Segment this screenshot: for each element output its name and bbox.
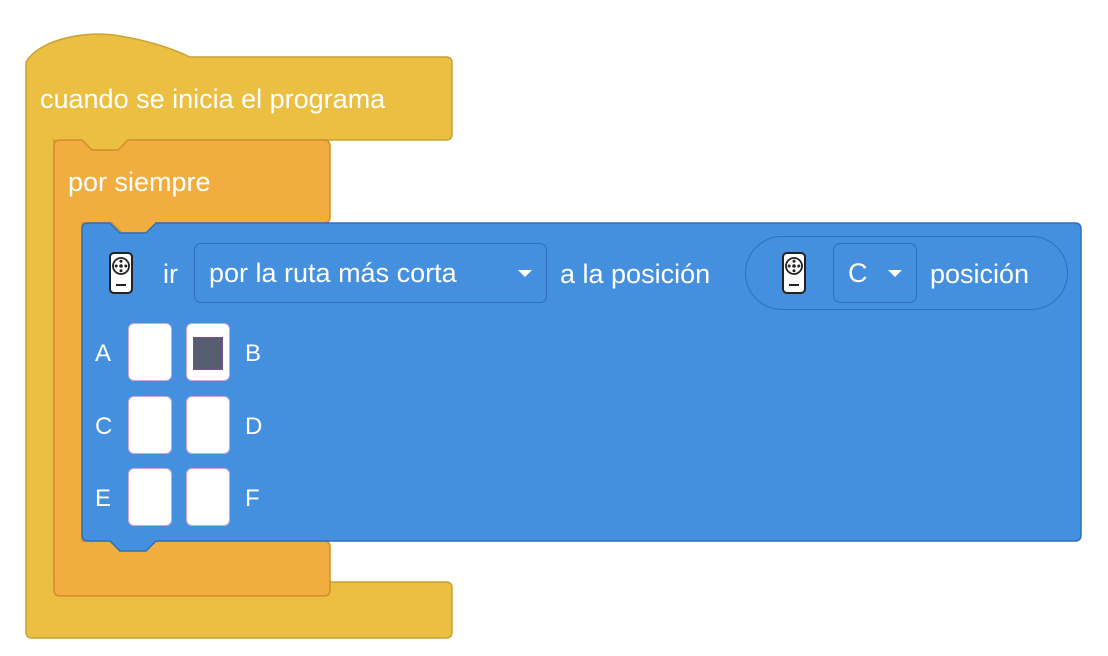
port-label-d: D <box>245 413 263 440</box>
port-cell-f[interactable] <box>186 468 230 526</box>
port-cell-b[interactable] <box>186 323 230 381</box>
go-verb-label: ir <box>163 259 178 289</box>
selected-port-indicator <box>193 337 223 370</box>
port-label-f: F <box>245 485 260 512</box>
port-label-e: E <box>95 485 112 512</box>
port-cell-c[interactable] <box>128 396 172 454</box>
port-cell-d[interactable] <box>186 396 230 454</box>
route-dropdown-value: por la ruta más corta <box>209 257 457 288</box>
motor-port-icon <box>782 252 806 294</box>
forever-block-label: por siempre <box>68 167 211 197</box>
route-dropdown[interactable]: por la ruta más corta <box>194 243 547 303</box>
chevron-down-icon <box>518 270 532 277</box>
port-dropdown[interactable]: C <box>833 243 917 303</box>
port-dropdown-value: C <box>848 257 868 288</box>
port-label-b: B <box>245 340 262 367</box>
port-cell-a[interactable] <box>128 323 172 381</box>
event-block-label: cuando se inicia el programa <box>40 84 386 114</box>
position-reporter-label: posición <box>930 259 1030 289</box>
port-label-a: A <box>95 340 112 367</box>
port-cell-e[interactable] <box>128 468 172 526</box>
chevron-down-icon <box>888 270 902 277</box>
port-label-c: C <box>95 413 113 440</box>
motor-port-icon <box>109 252 133 294</box>
to-position-label: a la posición <box>560 259 711 289</box>
